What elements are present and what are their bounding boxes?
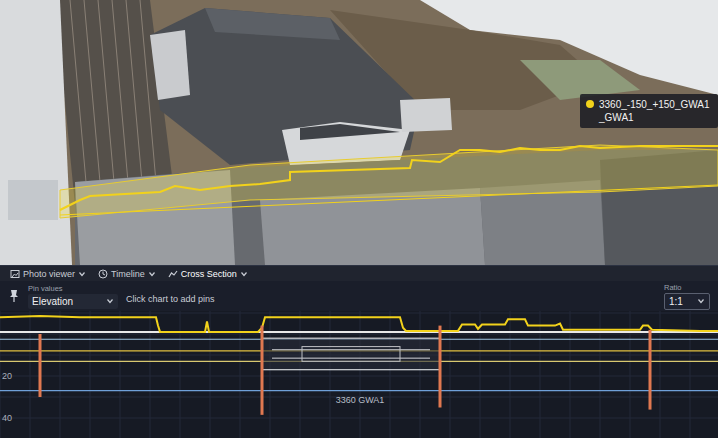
chevron-down-icon (240, 270, 248, 278)
select-value: 1:1 (669, 296, 683, 307)
field-label: Pin values (28, 284, 118, 293)
section-label: 3360 GWA1 (336, 395, 385, 405)
chart-plot[interactable]: 20 40 3360 GWA1 (0, 311, 718, 438)
layer-line (0, 390, 718, 391)
bottom-panel: Photo viewer Timeline Cross Section Pin va… (0, 265, 718, 438)
chevron-down-icon (148, 270, 156, 278)
structure (262, 338, 440, 370)
tooltip-line: 3360_-150_+150_GWA1 (599, 98, 710, 111)
panel-tabs: Photo viewer Timeline Cross Section (0, 266, 718, 281)
panel-tab[interactable]: Cross Section (164, 268, 252, 280)
ratio-select[interactable]: 1:1 (664, 293, 710, 310)
elevation-profile (0, 316, 718, 332)
borehole[interactable] (439, 326, 442, 408)
panel-tab[interactable]: Timeline (94, 268, 160, 280)
clock-icon (98, 269, 108, 279)
3d-viewport[interactable]: 3360_-150_+150_GWA1_GWA1 (0, 0, 718, 265)
chart-toolbar: Pin values Elevation Click chart to add pi… (0, 281, 718, 311)
chevron-down-icon (697, 297, 705, 305)
model-render (0, 0, 718, 265)
borehole[interactable] (261, 326, 264, 415)
y-tick: 40 (2, 413, 12, 423)
borehole[interactable] (649, 330, 652, 410)
select-value: Elevation (32, 296, 73, 307)
y-tick: 20 (2, 371, 12, 381)
tooltip-dot (586, 100, 594, 108)
pin-values-select[interactable]: Elevation (28, 294, 118, 309)
panel-tab[interactable]: Photo viewer (6, 268, 90, 280)
chart-hint: Click chart to add pins (126, 294, 215, 304)
photo-icon (10, 269, 20, 279)
tooltip-line: _GWA1 (599, 111, 710, 124)
chevron-down-icon (78, 270, 86, 278)
tab-label: Cross Section (181, 269, 237, 279)
tab-label: Photo viewer (23, 269, 75, 279)
tooltip-text: 3360_-150_+150_GWA1_GWA1 (599, 98, 710, 124)
borehole[interactable] (39, 334, 42, 397)
field-label: Ratio (664, 283, 710, 292)
feature-tooltip: 3360_-150_+150_GWA1_GWA1 (580, 94, 718, 128)
pin-values-field: Pin values Elevation (28, 284, 118, 309)
ratio-field: Ratio 1:1 (664, 283, 710, 310)
tab-label: Timeline (111, 269, 145, 279)
layer-line (0, 331, 718, 333)
pin-icon (8, 289, 20, 303)
chevron-down-icon (106, 297, 114, 305)
line-chart-icon (168, 269, 178, 279)
cross-section-chart[interactable]: 20 40 3360 GWA1 (0, 311, 718, 438)
